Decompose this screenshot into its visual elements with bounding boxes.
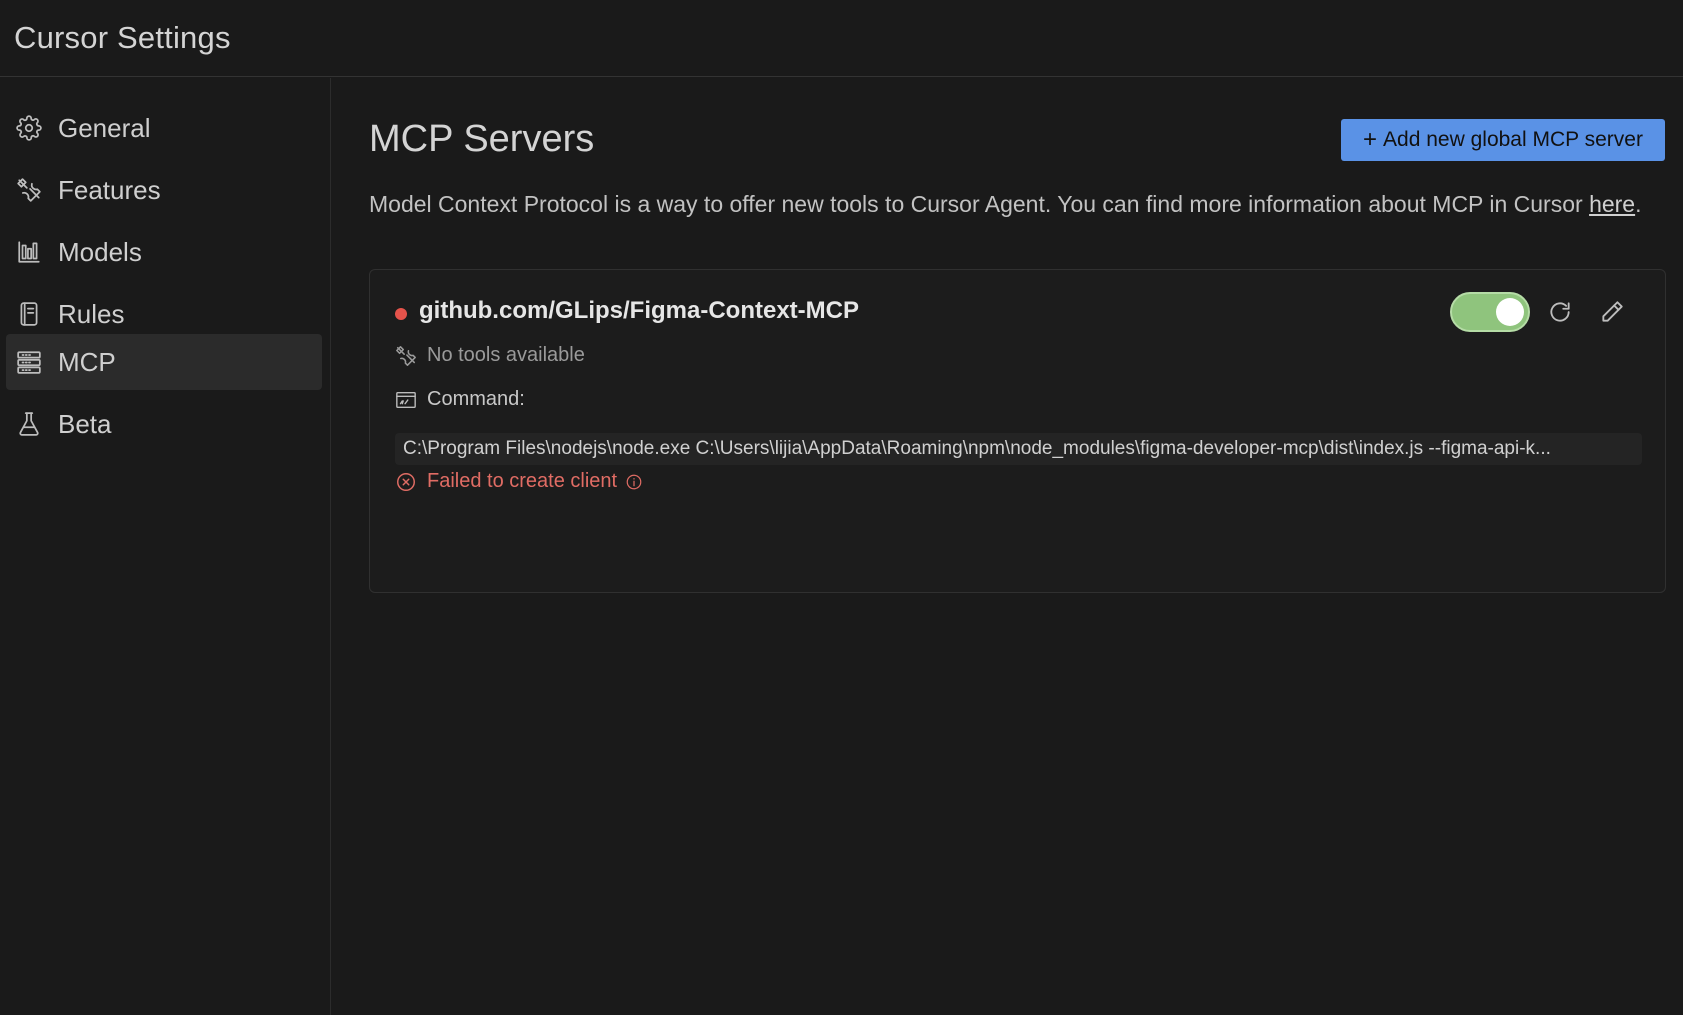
add-mcp-server-button[interactable]: + Add new global MCP server [1341, 119, 1665, 161]
tools-status: No tools available [395, 344, 585, 367]
sidebar-item-label: General [58, 112, 151, 143]
sidebar-item-general[interactable]: General [6, 100, 322, 156]
page-title: MCP Servers [369, 118, 595, 160]
edit-button[interactable] [1596, 296, 1628, 328]
server-name: github.com/GLips/Figma-Context-MCP [419, 297, 859, 324]
sidebar-item-label: Models [58, 236, 142, 267]
command-text: C:\Program Files\nodejs\node.exe C:\User… [395, 433, 1642, 465]
sidebar-item-label: Beta [58, 408, 112, 439]
sidebar-item-label: Features [58, 174, 161, 205]
sidebar-item-label: Rules [58, 298, 125, 329]
window-title: Cursor Settings [14, 20, 231, 55]
refresh-icon [1547, 299, 1573, 325]
bar-chart-icon [14, 237, 44, 267]
error-status: Failed to create client [395, 470, 643, 493]
sidebar-item-beta[interactable]: Beta [6, 396, 322, 452]
add-mcp-server-label: Add new global MCP server [1383, 128, 1643, 151]
sidebar-item-label: MCP [58, 346, 116, 377]
error-text: Failed to create client [427, 470, 618, 492]
description: Model Context Protocol is a way to offer… [369, 186, 1669, 223]
mcp-server-card: github.com/GLips/Figma-Context-MCP No to… [369, 269, 1666, 593]
sidebar: General Features Models Rules MCP Beta [0, 78, 331, 1015]
mcp-docs-link[interactable]: here [1589, 191, 1635, 217]
flask-icon [14, 409, 44, 439]
sidebar-item-mcp[interactable]: MCP [6, 334, 322, 390]
info-icon[interactable] [625, 473, 643, 491]
server-enabled-toggle[interactable] [1450, 292, 1530, 332]
main-content: MCP Servers + Add new global MCP server … [332, 78, 1683, 1015]
tools-icon [14, 175, 44, 205]
settings-window: Cursor Settings General Features Models … [0, 0, 1683, 1015]
refresh-button[interactable] [1544, 296, 1576, 328]
terminal-icon [395, 389, 417, 411]
status-dot [395, 308, 407, 320]
tools-icon [395, 345, 417, 367]
command-label: Command: [427, 388, 525, 410]
sidebar-item-features[interactable]: Features [6, 162, 322, 218]
server-icon [14, 347, 44, 377]
tools-status-text: No tools available [427, 344, 585, 366]
title-bar: Cursor Settings [0, 0, 1683, 77]
error-circle-icon [395, 471, 417, 493]
toggle-knob [1496, 298, 1524, 326]
book-icon [14, 299, 44, 329]
description-text: Model Context Protocol is a way to offer… [369, 191, 1583, 217]
command-row: Command: [395, 388, 525, 411]
gear-icon [14, 113, 44, 143]
pencil-icon [1599, 299, 1625, 325]
sidebar-item-models[interactable]: Models [6, 224, 322, 280]
description-suffix: . [1635, 191, 1642, 217]
plus-icon: + [1363, 126, 1378, 153]
